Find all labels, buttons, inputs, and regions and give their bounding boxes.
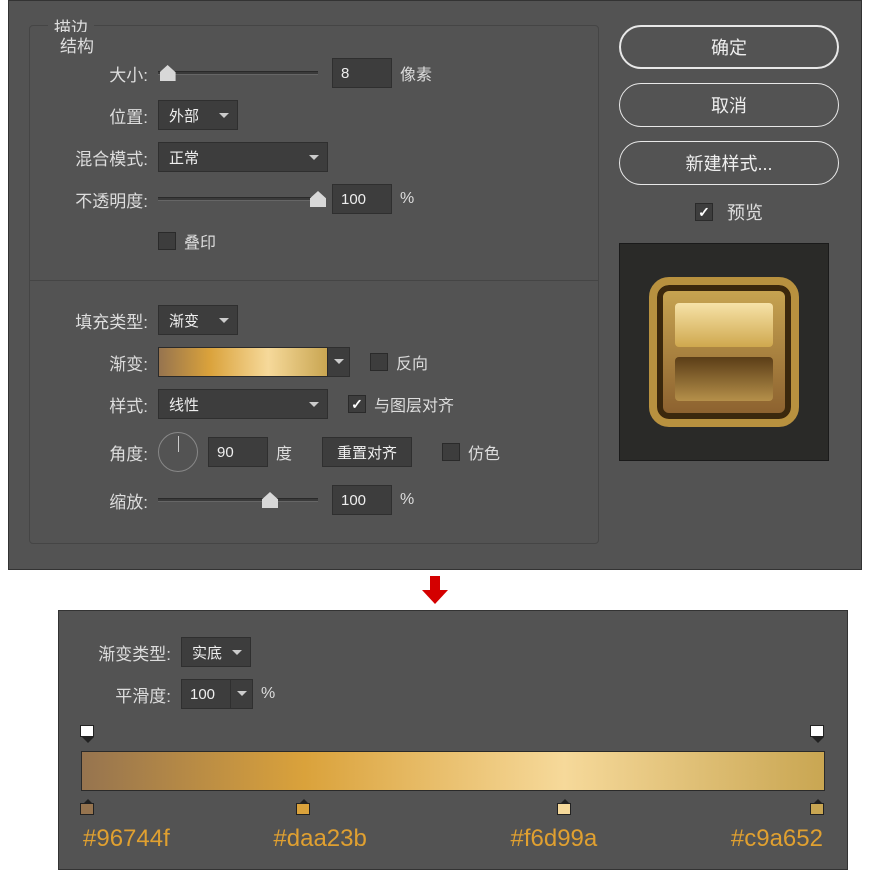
color-stop-2[interactable] [296, 793, 312, 813]
new-style-button[interactable]: 新建样式... [619, 141, 839, 185]
overprint-label: 叠印 [184, 229, 216, 253]
size-input[interactable]: 8 [332, 58, 392, 88]
align-checkbox[interactable] [348, 395, 366, 413]
structure-fieldset: 结构 大小: 8 像素 位置: 外部 混合模式: 正常 [48, 44, 580, 274]
opacity-slider[interactable] [158, 197, 318, 201]
smooth-label: 平滑度: [81, 682, 171, 707]
position-label: 位置: [48, 103, 148, 128]
hex-labels: #96744f #daa23b #f6d99a #c9a652 [81, 825, 825, 853]
gradient-editor-panel: 渐变类型: 实底 平滑度: 100 % #96744f #daa23b #f6d… [58, 610, 848, 870]
overprint-checkbox[interactable] [158, 232, 176, 250]
ok-button[interactable]: 确定 [619, 25, 839, 69]
gradient-label: 渐变: [48, 350, 148, 375]
opacity-unit: % [400, 190, 414, 208]
gradtype-label: 渐变类型: [81, 640, 171, 665]
reverse-label: 反向 [396, 350, 428, 374]
opacity-input[interactable]: 100 [332, 184, 392, 214]
opacity-label: 不透明度: [48, 187, 148, 212]
size-label: 大小: [48, 61, 148, 86]
color-stop-4[interactable] [810, 793, 826, 813]
scale-input[interactable]: 100 [332, 485, 392, 515]
gradient-ramp[interactable]: #96744f #daa23b #f6d99a #c9a652 [81, 725, 825, 835]
angle-unit: 度 [276, 440, 292, 464]
scale-unit: % [400, 491, 414, 509]
align-label: 与图层对齐 [374, 392, 454, 416]
dither-checkbox[interactable] [442, 443, 460, 461]
gradtype-select[interactable]: 实底 [181, 637, 251, 667]
reset-align-button[interactable]: 重置对齐 [322, 437, 412, 467]
scale-label: 缩放: [48, 488, 148, 513]
smooth-dropdown[interactable] [231, 679, 253, 709]
filltype-select[interactable]: 渐变 [158, 305, 238, 335]
cancel-button[interactable]: 取消 [619, 83, 839, 127]
layer-style-panel: 描边 结构 大小: 8 像素 位置: 外部 混合模式: 正常 [8, 0, 862, 570]
position-select[interactable]: 外部 [158, 100, 238, 130]
preview-checkbox[interactable] [695, 203, 713, 221]
stroke-fieldset: 描边 结构 大小: 8 像素 位置: 外部 混合模式: 正常 [29, 25, 599, 544]
angle-label: 角度: [48, 440, 148, 465]
color-stop-3[interactable] [557, 793, 573, 813]
gold-icon [649, 277, 799, 427]
angle-input[interactable]: 90 [208, 437, 268, 467]
scale-slider[interactable] [158, 498, 318, 502]
color-stop-1[interactable] [80, 793, 96, 813]
reverse-checkbox[interactable] [370, 353, 388, 371]
angle-dial[interactable] [158, 432, 198, 472]
style-label: 样式: [48, 392, 148, 417]
hex-3: #f6d99a [510, 825, 597, 853]
preview-label: 预览 [727, 199, 763, 225]
opacity-stop-right[interactable] [810, 729, 826, 747]
preview-thumbnail [619, 243, 829, 461]
gradient-dropdown[interactable] [328, 347, 350, 377]
hex-4: #c9a652 [731, 825, 823, 853]
blend-label: 混合模式: [48, 145, 148, 170]
gradient-bar[interactable] [81, 751, 825, 791]
down-arrow-icon [422, 576, 448, 604]
gradient-swatch[interactable] [158, 347, 328, 377]
hex-2: #daa23b [273, 825, 366, 853]
size-slider[interactable] [158, 71, 318, 75]
blend-select[interactable]: 正常 [158, 142, 328, 172]
style-select[interactable]: 线性 [158, 389, 328, 419]
opacity-stop-left[interactable] [80, 729, 96, 747]
structure-title: 结构 [54, 32, 100, 57]
dither-label: 仿色 [468, 440, 500, 464]
size-unit: 像素 [400, 61, 432, 85]
smooth-unit: % [261, 685, 275, 703]
smooth-input[interactable]: 100 [181, 679, 231, 709]
filltype-label: 填充类型: [48, 308, 148, 333]
hex-1: #96744f [83, 825, 170, 853]
